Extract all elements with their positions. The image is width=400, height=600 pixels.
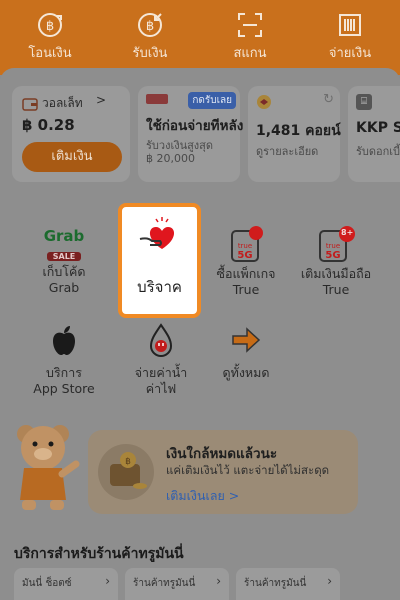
coins-card[interactable]: ↻ 1,481 คอยน์ ดูรายละเอียด [248, 86, 341, 182]
kkp-card[interactable]: ⌸ KKP Sta รับดอกเบี้ [348, 86, 400, 182]
scan-button[interactable]: สแกน [200, 10, 300, 70]
grab-service[interactable]: Grab SALE เก็บโค้ด Grab [19, 228, 109, 296]
paylater-sub2: ฿ 20,000 [146, 152, 195, 165]
section-title: บริการสำหรับร้านค้าทรูมันนี่ [14, 546, 184, 562]
true5g-topup-icon: true 5G 8+ [316, 225, 356, 265]
grab-logo: Grab SALE [43, 227, 85, 261]
svg-text:5G: 5G [325, 250, 340, 261]
refresh-icon[interactable]: ↻ [323, 92, 334, 107]
true5g-package-label1: ซื้อแพ็กเกจ [216, 266, 276, 281]
true5g-topup-label1: เติมเงินมือถือ [300, 266, 372, 281]
quick-action-bar: ฿ โอนเงิน ฿ รับเงิน สแกน จ่ายเงิน [0, 0, 400, 75]
coins-sub: ดูรายละเอียด [256, 145, 319, 158]
kkp-title: KKP Sta [356, 120, 400, 136]
barcode-pay-icon [300, 10, 400, 40]
utilities-label1: จ่ายค่าน้ำ [134, 365, 188, 380]
claim-badge[interactable]: กดรับเลย [188, 92, 236, 109]
pay-button[interactable]: จ่ายเงิน [300, 10, 400, 70]
donate-heart-hand-icon [136, 215, 184, 255]
donate-service[interactable]: บริจาค [118, 203, 201, 318]
svg-text:true: true [238, 242, 252, 250]
wallet-coin-icon: ฿ [98, 444, 154, 500]
utilities-label2: ค่าไฟ [145, 381, 177, 396]
shop-label: ร้านค้าทรูมันนี่ [244, 578, 307, 589]
receive-money-label: รับเงิน [132, 46, 168, 61]
svg-text:5G: 5G [237, 250, 252, 261]
true5g-sim-icon: true 5G [228, 225, 264, 265]
wallet-card[interactable]: วอลเล็ท > ฿ 0.28 เติมเงิน [12, 86, 130, 182]
water-electric-icon [146, 323, 176, 359]
transfer-button[interactable]: ฿ โอนเงิน [0, 10, 100, 70]
shop-label: ร้านค้าทรูมันนี่ [133, 578, 196, 589]
scan-label: สแกน [233, 46, 267, 61]
topup-button[interactable]: เติมเงิน [22, 142, 122, 172]
shop-label: มันนี่ ช็อตซ์ [22, 578, 72, 589]
kkp-logo-icon: ⌸ [356, 94, 372, 110]
bear-mascot [6, 418, 80, 514]
grab-label2: Grab [48, 280, 80, 295]
wallet-icon [22, 96, 38, 115]
true5g-topup-service[interactable]: true 5G 8+ เติมเงินมือถือ True [291, 225, 381, 298]
paylater-logo [146, 94, 168, 104]
wallet-title: วอลเล็ท [42, 96, 83, 110]
utilities-service[interactable]: จ่ายค่าน้ำ ค่าไฟ [116, 323, 206, 397]
arrow-right-icon [229, 323, 263, 357]
receive-money-button[interactable]: ฿ รับเงิน [100, 10, 200, 70]
appstore-label1: บริการ [46, 365, 82, 380]
true5g-topup-label2: True [322, 282, 350, 297]
apple-icon [49, 323, 79, 357]
chevron-right-icon: › [105, 574, 110, 588]
shop-card[interactable]: ร้านค้าทรูมันนี่ › [236, 568, 340, 600]
paylater-title: ใช้ก่อนจ่ายทีหลัง [146, 118, 244, 134]
view-all-service[interactable]: ดูทั้งหมด [201, 323, 291, 381]
svg-text:฿: ฿ [46, 19, 54, 34]
wallet-balance: ฿ 0.28 [22, 116, 75, 134]
view-all-label: ดูทั้งหมด [222, 365, 270, 380]
paylater-card[interactable]: กดรับเลย ใช้ก่อนจ่ายทีหลัง รับวงเงินสูงส… [138, 86, 244, 182]
svg-text:฿: ฿ [125, 457, 131, 467]
shop-card[interactable]: ร้านค้าทรูมันนี่ › [125, 568, 229, 600]
transfer-icon: ฿ [0, 10, 100, 40]
grab-label1: เก็บโค้ด [42, 264, 86, 279]
true5g-package-label2: True [232, 282, 260, 297]
chevron-right-icon[interactable]: > [96, 93, 106, 107]
banner-subtitle: แค่เติมเงินไว้ แตะจ่ายได้ไม่สะดุด [166, 463, 330, 477]
appstore-service[interactable]: บริการ App Store [19, 323, 109, 397]
svg-text:฿: ฿ [146, 19, 154, 34]
appstore-label2: App Store [33, 381, 95, 396]
pay-label: จ่ายเงิน [328, 46, 372, 61]
true5g-package-service[interactable]: true 5G ซื้อแพ็กเกจ True [201, 225, 291, 298]
receive-money-icon: ฿ [100, 10, 200, 40]
scan-icon [200, 10, 300, 40]
svg-text:true: true [326, 242, 340, 250]
low-balance-banner[interactable]: ฿ เงินใกล้หมดแล้วนะ แค่เติมเงินไว้ แตะจ่… [88, 430, 358, 514]
donate-label: บริจาค [137, 278, 182, 296]
coin-icon [256, 94, 272, 114]
topup-now-link[interactable]: เติมเงินเลย > [166, 486, 239, 506]
chevron-right-icon: › [327, 574, 332, 588]
shop-card[interactable]: มันนี่ ช็อตซ์ › [14, 568, 118, 600]
coins-title: 1,481 คอยน์ [256, 123, 341, 139]
transfer-label: โอนเงิน [28, 46, 72, 61]
banner-title: เงินใกล้หมดแล้วนะ [166, 446, 278, 462]
kkp-sub: รับดอกเบี้ [356, 145, 400, 158]
chevron-right-icon: › [216, 574, 221, 588]
age-badge: 8+ [341, 228, 354, 237]
